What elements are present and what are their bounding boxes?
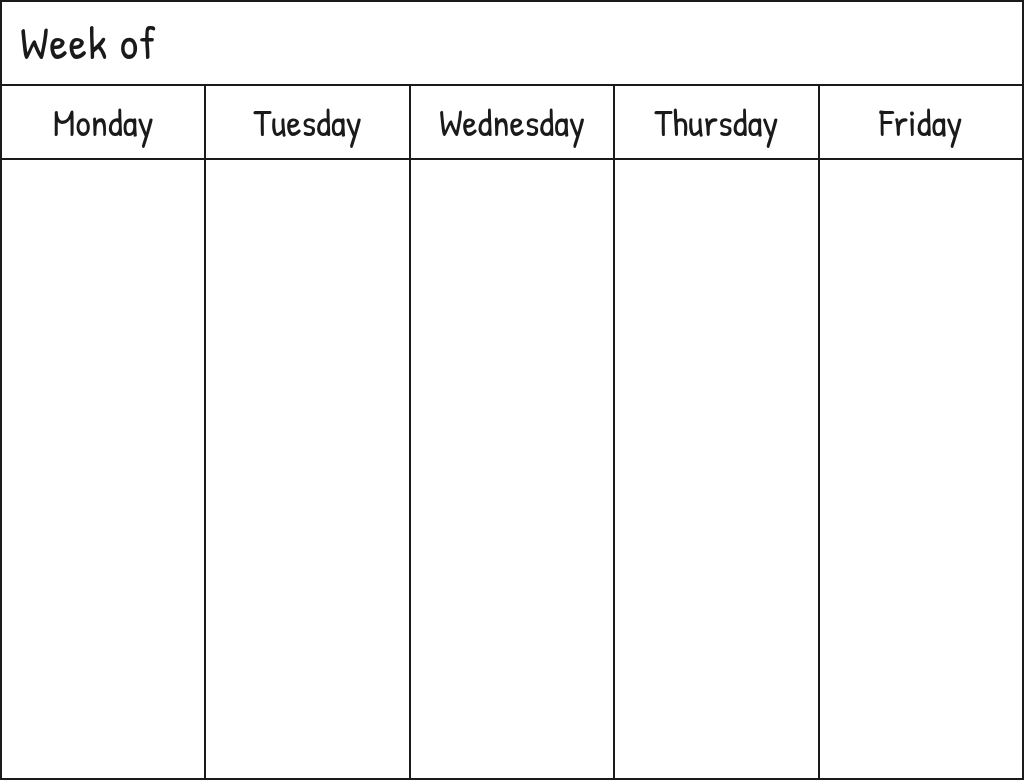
day-header-thursday: Thursday <box>615 86 819 158</box>
day-header-tuesday: Tuesday <box>206 86 410 158</box>
day-cell-monday[interactable] <box>2 160 206 778</box>
day-cell-tuesday[interactable] <box>206 160 410 778</box>
week-of-title: Week of <box>20 12 157 74</box>
day-cells-row <box>2 160 1022 778</box>
day-cell-friday[interactable] <box>820 160 1022 778</box>
day-cell-thursday[interactable] <box>615 160 819 778</box>
day-header-monday: Monday <box>2 86 206 158</box>
calendar-grid: Monday Tuesday Wednesday Thursday Friday <box>2 86 1022 778</box>
header: Week of <box>2 2 1022 86</box>
weekly-planner: Week of Monday Tuesday Wednesday Thursda… <box>0 0 1024 780</box>
day-cell-wednesday[interactable] <box>411 160 615 778</box>
day-header-friday: Friday <box>820 86 1022 158</box>
day-headers-row: Monday Tuesday Wednesday Thursday Friday <box>2 86 1022 160</box>
day-header-wednesday: Wednesday <box>411 86 615 158</box>
